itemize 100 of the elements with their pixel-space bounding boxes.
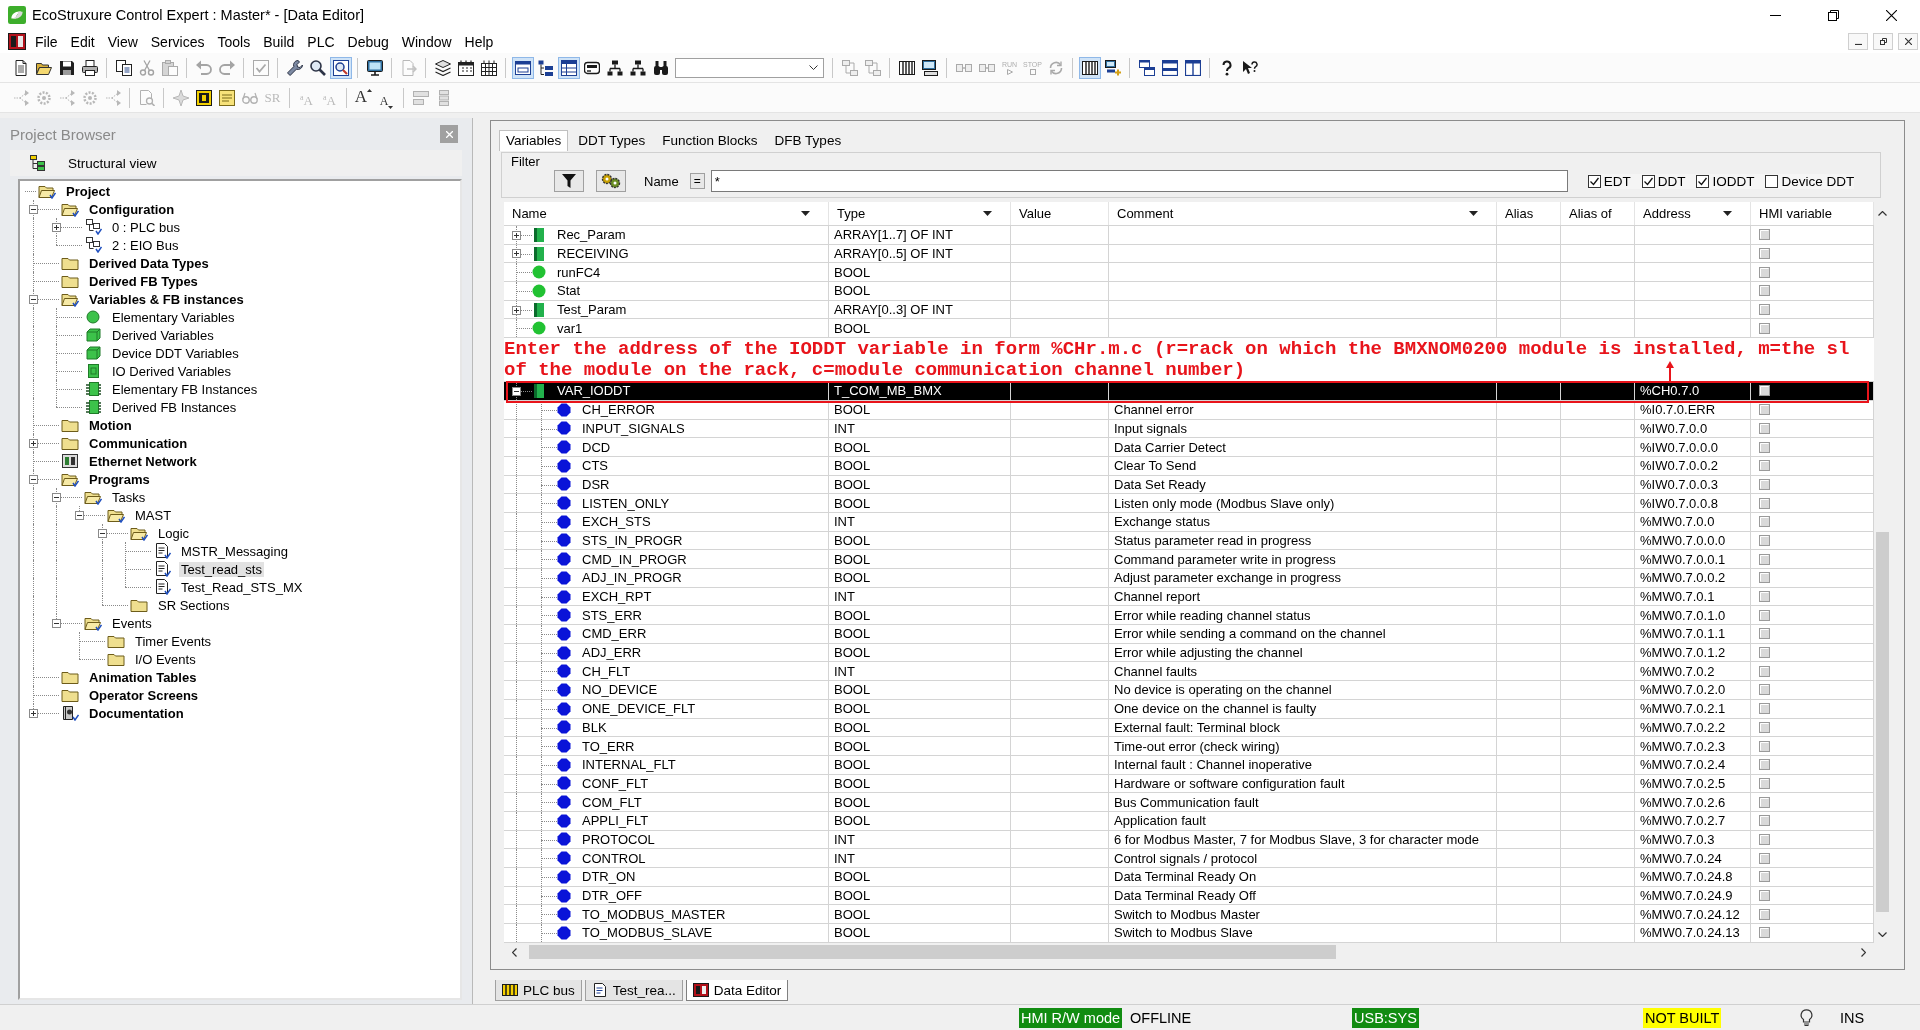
tab[interactable]: DDT Types xyxy=(571,130,653,151)
checkbox-icon[interactable] xyxy=(1759,572,1770,584)
column-header[interactable]: Alias xyxy=(1497,202,1561,225)
hierarchy-icon[interactable] xyxy=(606,59,623,76)
collapse-toggle[interactable] xyxy=(511,386,521,396)
dropdown-arrow-icon[interactable] xyxy=(1469,211,1478,216)
tree-item[interactable]: Derived FB Instances xyxy=(110,399,239,415)
expand-toggle[interactable] xyxy=(51,222,61,232)
collapse-toggle[interactable] xyxy=(74,510,84,520)
table-row[interactable]: Test_Param ARRAY[0..3] OF INT xyxy=(504,300,1874,320)
tree-item[interactable]: Derived FB Types xyxy=(87,273,200,289)
tab[interactable]: Variables xyxy=(499,130,569,151)
operator-button[interactable]: = xyxy=(689,173,705,189)
filter-checkbox[interactable]: EDT xyxy=(1587,173,1631,189)
scrollbar-thumb[interactable] xyxy=(529,945,1336,959)
calendar-icon[interactable] xyxy=(457,59,474,76)
checkbox-icon[interactable] xyxy=(1759,721,1770,733)
copy-icon[interactable] xyxy=(115,59,132,76)
new-file-icon[interactable] xyxy=(12,59,29,76)
collapse-toggle[interactable] xyxy=(28,474,38,484)
dropdown-arrow-icon[interactable] xyxy=(1723,211,1732,216)
table-row[interactable]: DTR_OFF BOOL Data Terminal Ready Off %MW0.7.0.24.9 xyxy=(504,886,1874,906)
dropdown-arrow-icon[interactable] xyxy=(801,211,810,216)
cascade-windows-icon[interactable] xyxy=(1138,59,1155,76)
computer-network-icon[interactable] xyxy=(1104,59,1121,76)
tree-item[interactable]: Test_read_sts xyxy=(179,561,264,577)
checkbox-icon[interactable] xyxy=(1759,516,1770,528)
tree-item[interactable]: IO Derived Variables xyxy=(110,363,233,379)
tab[interactable]: Function Blocks xyxy=(655,130,765,151)
column-header[interactable]: Alias of xyxy=(1561,202,1635,225)
table-row[interactable]: DTR_ON BOOL Data Terminal Ready On %MW0.7.0.24.8 xyxy=(504,868,1874,887)
tree-list-icon[interactable] xyxy=(537,59,554,76)
tree-item[interactable]: Ethernet Network xyxy=(87,453,199,469)
table-row[interactable]: CONF_FLT BOOL Hardware or software configuration fault %MW0.7.0.2.5 xyxy=(504,774,1874,794)
restore-button[interactable] xyxy=(1873,33,1893,50)
table-row[interactable]: ADJ_ERR BOOL Error while adjusting the channel %MW0.7.0.1.2 xyxy=(504,643,1874,663)
menu-item[interactable]: Debug xyxy=(341,31,396,52)
checkbox-icon[interactable] xyxy=(1759,441,1770,453)
document-tab[interactable]: PLC bus xyxy=(495,980,582,1001)
expand-toggle[interactable] xyxy=(511,230,521,240)
filter-checkbox[interactable]: DDT xyxy=(1641,173,1686,189)
window-icon[interactable] xyxy=(511,56,534,79)
tree-item[interactable]: Events xyxy=(110,615,154,631)
drive-icon[interactable] xyxy=(583,59,600,76)
filter-button[interactable] xyxy=(554,170,584,192)
table-icon[interactable] xyxy=(557,56,580,79)
table-row[interactable]: CH_FLT INT Channel faults %MW0.7.0.2 xyxy=(504,662,1874,682)
print-icon[interactable] xyxy=(81,59,98,76)
checkbox-icon[interactable] xyxy=(1759,460,1770,472)
checkbox-icon[interactable] xyxy=(1759,534,1770,546)
tile-horizontal-icon[interactable] xyxy=(1161,59,1178,76)
menu-item[interactable]: File xyxy=(29,31,65,52)
checkbox-icon[interactable] xyxy=(1759,322,1770,334)
computer-icon[interactable] xyxy=(921,59,938,76)
checkbox-icon[interactable] xyxy=(1759,890,1770,902)
table-row[interactable]: CONTROL INT Control signals / protocol %MW0.7.0.24 xyxy=(504,849,1874,868)
filter-options-button[interactable] xyxy=(596,170,626,192)
chevron-left-icon[interactable] xyxy=(512,947,517,957)
tree-item[interactable]: Timer Events xyxy=(133,633,214,649)
checkbox-icon[interactable] xyxy=(1759,927,1770,939)
checkbox-icon[interactable] xyxy=(1759,833,1770,845)
tree-item[interactable]: Motion xyxy=(87,417,134,433)
table-row[interactable]: ADJ_IN_PROGR BOOL Adjust parameter exchange in progress %MW0.7.0.0.2 xyxy=(504,569,1874,588)
tree-item[interactable]: Animation Tables xyxy=(87,669,199,685)
checkbox-icon[interactable] xyxy=(1759,665,1770,677)
table-row[interactable]: EXCH_RPT INT Channel report %MW0.7.0.1 xyxy=(504,587,1874,607)
table-row[interactable]: APPLI_FLT BOOL Application fault %MW0.7.0.2.7 xyxy=(504,811,1874,831)
tree-item[interactable]: Documentation xyxy=(87,705,186,721)
table-row[interactable]: RECEIVING ARRAY[0..5] OF INT xyxy=(504,244,1874,264)
checkbox-icon[interactable] xyxy=(1759,478,1770,490)
expand-toggle[interactable] xyxy=(511,249,521,259)
collapse-toggle[interactable] xyxy=(97,528,107,538)
table-row[interactable]: INPUT_SIGNALS INT Input signals %IW0.7.0.0 xyxy=(504,419,1874,439)
checkbox-icon[interactable] xyxy=(1759,422,1770,434)
checkbox-icon[interactable] xyxy=(1759,591,1770,603)
tree-item[interactable]: Device DDT Variables xyxy=(110,345,241,361)
chevron-right-icon[interactable] xyxy=(1861,947,1866,957)
table-row[interactable]: ONE_DEVICE_FLT BOOL One device on the channel is faulty %MW0.7.0.2.1 xyxy=(504,699,1874,719)
checkbox-icon[interactable] xyxy=(1759,553,1770,565)
menu-item[interactable]: PLC xyxy=(301,31,342,52)
tile-icon[interactable] xyxy=(195,89,212,106)
table-row[interactable]: TO_ERR BOOL Time-out error (check wiring) %MW0.7.0.2.3 xyxy=(504,737,1874,756)
tree-item[interactable]: SR Sections xyxy=(156,597,232,613)
table-row[interactable]: Stat BOOL xyxy=(504,282,1874,301)
pointer-question-icon[interactable] xyxy=(1241,59,1258,76)
table-row[interactable]: STS_ERR BOOL Error while reading channel status %MW0.7.0.1.0 xyxy=(504,606,1874,626)
checkbox-icon[interactable] xyxy=(1759,684,1770,696)
expand-toggle[interactable] xyxy=(28,708,38,718)
checkbox-icon[interactable] xyxy=(1759,759,1770,771)
app-menu-icon[interactable] xyxy=(8,33,26,50)
filter-checkbox[interactable]: IODDT xyxy=(1696,173,1755,189)
document-tab[interactable]: Test_rea... xyxy=(584,980,683,1001)
checkbox-icon[interactable] xyxy=(1759,497,1770,509)
tree-item[interactable]: Programs xyxy=(87,471,152,487)
wrench-icon[interactable] xyxy=(286,59,303,76)
table-row[interactable]: CTS BOOL Clear To Send %IW0.7.0.0.2 xyxy=(504,456,1874,476)
checkbox-icon[interactable] xyxy=(1759,871,1770,883)
checkbox-icon[interactable] xyxy=(1759,815,1770,827)
expand-toggle[interactable] xyxy=(28,438,38,448)
tree-item[interactable]: Tasks xyxy=(110,489,148,505)
